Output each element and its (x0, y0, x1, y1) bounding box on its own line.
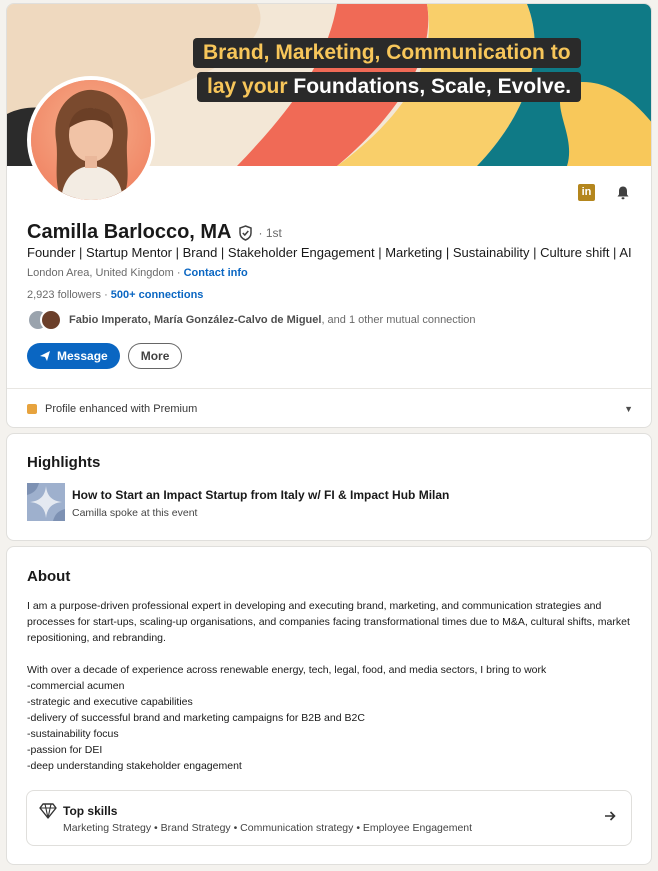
top-skills-list: Marketing Strategy • Brand Strategy • Co… (63, 822, 473, 834)
about-line: -passion for DEI (27, 744, 103, 756)
mutual-avatars (27, 309, 63, 331)
bell-icon[interactable] (615, 185, 631, 201)
more-button[interactable]: More (127, 343, 183, 369)
about-section: About I am a purpose-driven professional… (6, 546, 652, 865)
banner-tagline-text-1: Brand, Marketing, Communication to (203, 41, 571, 64)
about-line: -sustainability focus (27, 728, 119, 740)
about-paragraph-1: I am a purpose-driven professional exper… (27, 600, 630, 644)
about-text: I am a purpose-driven professional exper… (27, 598, 633, 774)
banner-tagline-text-2: Foundations, Scale, Evolve. (287, 75, 572, 98)
send-icon (40, 351, 50, 361)
mutual-rest: , and 1 other mutual connection (321, 314, 476, 326)
linkedin-icon[interactable]: in (578, 184, 595, 201)
separator-dot: · (104, 289, 111, 301)
event-star-icon (27, 483, 65, 521)
banner-tagline-line-2: lay your Foundations, Scale, Evolve. (197, 72, 582, 102)
diamond-icon (39, 803, 57, 819)
connection-degree: · 1st (258, 225, 282, 240)
followers-count: 2,923 followers (27, 289, 101, 301)
connections-link[interactable]: 500+ connections (111, 289, 204, 301)
premium-icon (27, 404, 37, 414)
profile-name: Camilla Barlocco, MA (27, 221, 232, 243)
event-title[interactable]: How to Start an Impact Startup from Ital… (72, 488, 449, 502)
premium-bar[interactable]: Profile enhanced with Premium ▼ (7, 388, 651, 427)
mutual-connections[interactable]: Fabio Imperato, María González-Calvo de … (27, 309, 476, 331)
mutual-avatar (40, 309, 62, 331)
profile-actions: Message More (27, 343, 183, 369)
profile-top-icons: in (578, 184, 631, 201)
profile-location: London Area, United Kingdom (27, 267, 174, 279)
premium-label: Profile enhanced with Premium (45, 403, 198, 415)
top-skills-box[interactable]: Top skills Marketing Strategy • Brand St… (26, 790, 632, 846)
about-line: -strategic and executive capabilities (27, 696, 193, 708)
followers-row: 2,923 followers · 500+ connections (27, 289, 203, 301)
top-skills-title: Top skills (63, 804, 118, 818)
about-line: -commercial acumen (27, 680, 125, 692)
more-button-label: More (140, 349, 170, 363)
about-line: -delivery of successful brand and market… (27, 712, 365, 724)
banner-tagline-line-1: Brand, Marketing, Communication to (193, 38, 581, 68)
profile-top-card: Brand, Marketing, Communication to lay y… (6, 3, 652, 428)
about-line: With over a decade of experience across … (27, 664, 547, 676)
event-subtitle: Camilla spoke at this event (72, 507, 198, 519)
profile-headline: Founder | Startup Mentor | Brand | Stake… (27, 245, 632, 260)
arrow-right-icon[interactable] (603, 809, 617, 823)
contact-info-link[interactable]: Contact info (184, 267, 248, 279)
name-row: Camilla Barlocco, MA · 1st (27, 221, 282, 244)
about-line: -deep understanding stakeholder engageme… (27, 760, 242, 772)
mutual-names: Fabio Imperato, María González-Calvo de … (69, 314, 322, 326)
banner-tagline-highlight: lay your (207, 75, 288, 98)
caret-down-icon[interactable]: ▼ (624, 404, 633, 414)
profile-avatar[interactable] (27, 76, 155, 204)
mutual-connections-text: Fabio Imperato, María González-Calvo de … (69, 314, 476, 326)
separator-dot: · (176, 267, 184, 279)
message-button-label: Message (57, 349, 108, 363)
message-button[interactable]: Message (27, 343, 120, 369)
highlights-title: Highlights (27, 454, 101, 471)
about-title: About (27, 568, 71, 585)
event-thumbnail[interactable] (27, 483, 65, 521)
location-row: London Area, United Kingdom · Contact in… (27, 267, 248, 279)
highlights-section: Highlights How to Start an Impact Startu… (6, 433, 652, 541)
verified-shield-icon[interactable] (238, 224, 253, 241)
